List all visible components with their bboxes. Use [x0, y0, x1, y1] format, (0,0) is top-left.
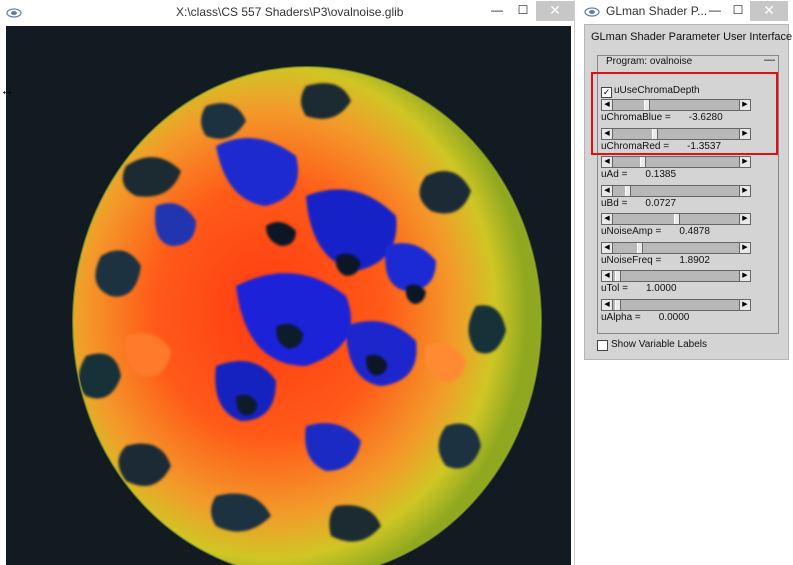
slider-uNoiseFreq[interactable]: ◀ ▶	[601, 242, 751, 254]
slider-thumb[interactable]	[615, 271, 621, 281]
slider-left-arrow-icon[interactable]: ◀	[602, 157, 613, 167]
slider-thumb[interactable]	[652, 129, 658, 139]
glman-app-icon	[6, 8, 22, 18]
slider-track[interactable]	[613, 186, 739, 196]
slider-uTol[interactable]: ◀ ▶	[601, 270, 751, 282]
slider-value-label-uNoiseFreq: uNoiseFreq = 1.8902	[601, 255, 710, 266]
slider-thumb[interactable]	[615, 300, 621, 310]
slider-right-arrow-icon[interactable]: ▶	[739, 129, 750, 139]
panel-body: GLman Shader Parameter User Interface Pr…	[584, 24, 793, 360]
slider-value-label-uTol: uTol = 1.0000	[601, 283, 677, 294]
slider-value: 0.4878	[679, 226, 710, 237]
panel-minimize-button[interactable]: —	[704, 1, 726, 21]
main-window-title: X:\class\CS 557 Shaders\P3\ovalnoise.gli…	[176, 5, 404, 19]
slider-track[interactable]	[613, 300, 739, 310]
slider-name: uNoiseFreq =	[601, 255, 662, 266]
program-rollout[interactable]: Program: ovalnoise —	[597, 54, 779, 70]
slider-thumb[interactable]	[637, 243, 643, 253]
slider-thumb[interactable]	[625, 186, 631, 196]
slider-name: uChromaBlue =	[601, 112, 671, 123]
slider-name: uChromaRed =	[601, 141, 670, 152]
maximize-button[interactable]: ☐	[510, 1, 536, 21]
slider-thumb[interactable]	[674, 214, 680, 224]
slider-track[interactable]	[613, 129, 739, 139]
slider-name: uAd =	[601, 169, 628, 180]
use-chroma-depth-label: uUseChromaDepth	[614, 85, 700, 96]
slider-value-label-uChromaBlue: uChromaBlue = -3.6280	[601, 112, 723, 123]
glman-app-icon	[584, 7, 600, 17]
slider-left-arrow-icon[interactable]: ◀	[602, 243, 613, 253]
slider-value: 0.0000	[658, 312, 690, 323]
program-label: Program: ovalnoise	[606, 56, 693, 67]
slider-name: uNoiseAmp =	[601, 226, 662, 237]
slider-left-arrow-icon[interactable]: ◀	[602, 186, 613, 196]
slider-value: -1.3537	[687, 141, 722, 152]
slider-uBd[interactable]: ◀ ▶	[601, 185, 751, 197]
use-chroma-depth-checkbox[interactable]: ✓	[601, 87, 612, 98]
main-window: X:\class\CS 557 Shaders\P3\ovalnoise.gli…	[0, 0, 575, 565]
slider-thumb[interactable]	[640, 157, 646, 167]
slider-left-arrow-icon[interactable]: ◀	[602, 100, 613, 110]
slider-left-arrow-icon[interactable]: ◀	[602, 129, 613, 139]
slider-value: -3.6280	[688, 112, 723, 123]
render-viewport[interactable]	[6, 26, 571, 565]
panel-window-title: GLman Shader P...	[606, 4, 708, 18]
slider-right-arrow-icon[interactable]: ▶	[739, 243, 750, 253]
slider-right-arrow-icon[interactable]: ▶	[739, 186, 750, 196]
slider-name: uTol =	[601, 283, 628, 294]
slider-value-label-uAd: uAd = 0.1385	[601, 169, 676, 180]
slider-value-label-uAlpha: uAlpha = 0.0000	[601, 312, 689, 323]
close-button[interactable]: ✕	[536, 1, 574, 21]
slider-value: 0.1385	[645, 169, 677, 180]
show-variable-labels-label: Show Variable Labels	[611, 339, 707, 350]
slider-uChromaBlue[interactable]: ◀ ▶	[601, 99, 751, 111]
slider-right-arrow-icon[interactable]: ▶	[739, 214, 750, 224]
slider-right-arrow-icon[interactable]: ▶	[739, 271, 750, 281]
panel-title-bar[interactable]: GLman Shader P... — ☐ ✕	[580, 0, 793, 22]
slider-value: 0.0727	[645, 198, 677, 209]
resize-cursor-icon: ↔	[0, 82, 14, 98]
parameter-panel-window: GLman Shader P... — ☐ ✕ GLman Shader Par…	[580, 0, 793, 360]
slider-value: 1.0000	[645, 283, 677, 294]
minimize-button[interactable]: —	[484, 1, 510, 21]
slider-track[interactable]	[613, 100, 739, 110]
collapse-button[interactable]: —	[764, 54, 775, 66]
panel-maximize-button[interactable]: ☐	[726, 1, 750, 21]
slider-track[interactable]	[613, 214, 739, 224]
slider-right-arrow-icon[interactable]: ▶	[739, 100, 750, 110]
slider-track[interactable]	[613, 271, 739, 281]
slider-value-label-uBd: uBd = 0.0727	[601, 198, 676, 209]
show-variable-labels-checkbox[interactable]	[597, 340, 608, 351]
slider-value-label-uNoiseAmp: uNoiseAmp = 0.4878	[601, 226, 710, 237]
slider-uNoiseAmp[interactable]: ◀ ▶	[601, 213, 751, 225]
slider-uAd[interactable]: ◀ ▶	[601, 156, 751, 168]
slider-left-arrow-icon[interactable]: ◀	[602, 214, 613, 224]
panel-heading: GLman Shader Parameter User Interface	[591, 31, 793, 43]
noise-sphere-render	[72, 66, 542, 565]
slider-name: uBd =	[601, 198, 628, 209]
slider-value: 1.8902	[679, 255, 710, 266]
slider-right-arrow-icon[interactable]: ▶	[739, 300, 750, 310]
slider-left-arrow-icon[interactable]: ◀	[602, 300, 613, 310]
panel-close-button[interactable]: ✕	[750, 1, 788, 21]
slider-name: uAlpha =	[601, 312, 641, 323]
slider-uChromaRed[interactable]: ◀ ▶	[601, 128, 751, 140]
slider-right-arrow-icon[interactable]: ▶	[739, 157, 750, 167]
main-title-bar[interactable]: X:\class\CS 557 Shaders\P3\ovalnoise.gli…	[0, 0, 574, 26]
slider-track[interactable]	[613, 243, 739, 253]
slider-value-label-uChromaRed: uChromaRed = -1.3537	[601, 141, 721, 152]
slider-uAlpha[interactable]: ◀ ▶	[601, 299, 751, 311]
slider-thumb[interactable]	[644, 100, 650, 110]
slider-track[interactable]	[613, 157, 739, 167]
slider-left-arrow-icon[interactable]: ◀	[602, 271, 613, 281]
